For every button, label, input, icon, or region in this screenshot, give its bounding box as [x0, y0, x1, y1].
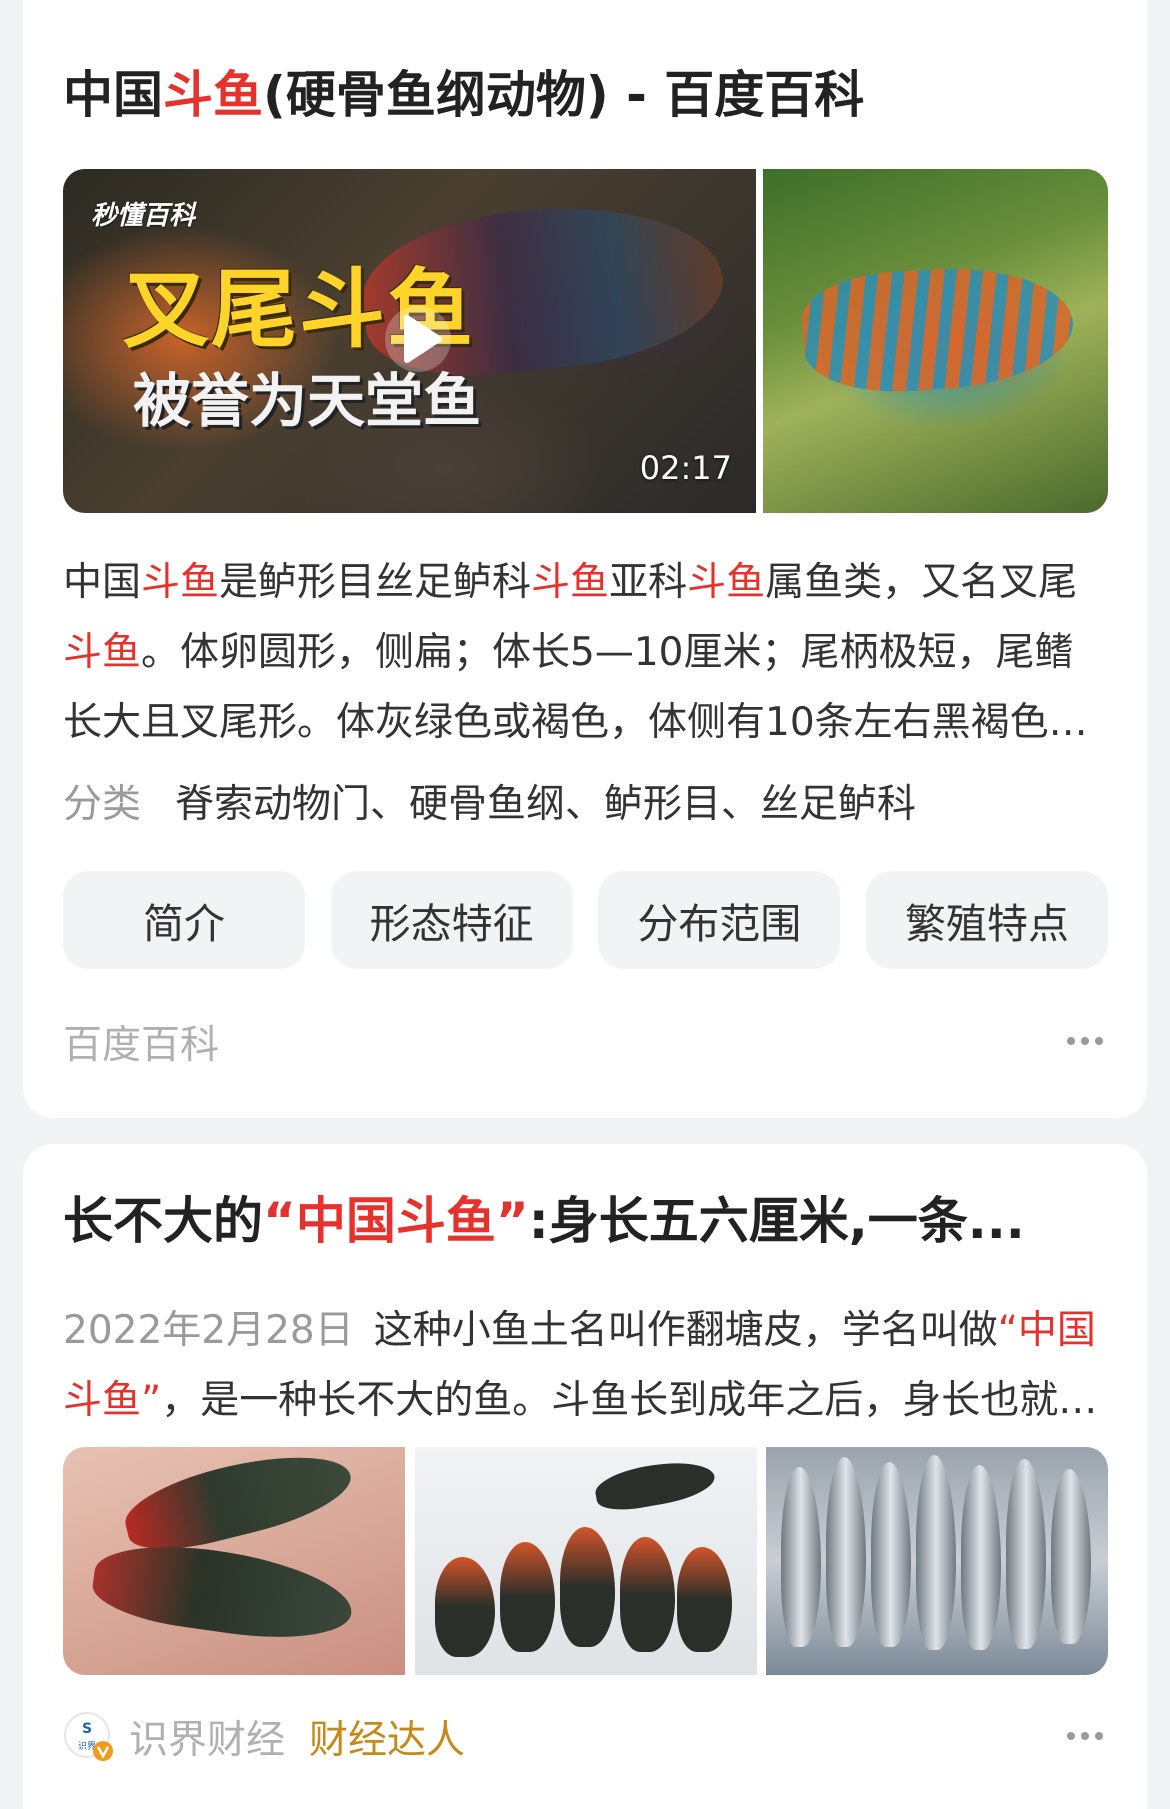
title-prefix: 中国 — [63, 66, 163, 124]
snippet-text: 属鱼类，又名叉尾 — [765, 560, 1078, 605]
source-label[interactable]: 百度百科 — [63, 1014, 219, 1070]
keyword-highlight: 斗鱼 — [687, 560, 766, 605]
snippet-text: ，是一种长不大的鱼。斗鱼长到成年之后，身长也就五六厘米... — [161, 1378, 1098, 1423]
more-options-icon[interactable] — [1067, 1025, 1107, 1055]
title-suffix: (硬骨鱼纲动物) - 百度百科 — [263, 66, 865, 124]
brand-logo: 秒懂百科 — [91, 201, 196, 231]
fish-photo[interactable] — [763, 169, 1108, 513]
svg-text:S: S — [82, 1721, 92, 1737]
snippet-text: 亚科 — [609, 560, 688, 605]
author-name[interactable]: 识界财经 — [129, 1709, 285, 1765]
title-prefix: 长不大的 — [63, 1192, 263, 1250]
chip-intro[interactable]: 简介 — [63, 871, 305, 969]
snippet-text: 是鲈形目丝足鲈科 — [219, 560, 532, 605]
result-card-article[interactable]: 长不大的“中国斗鱼”:身长五六厘米,一条... 2022年2月28日 这种小鱼土名… — [23, 1144, 1147, 1809]
keyword-highlight: 斗鱼 — [531, 560, 610, 605]
classification-label: 分类 — [63, 782, 142, 827]
chip-morphology[interactable]: 形态特征 — [330, 871, 573, 969]
snippet-text: 这种小鱼土名叫作翻塘皮，学名叫做 — [373, 1308, 998, 1353]
title-highlight: 斗鱼 — [163, 66, 263, 124]
chip-breeding[interactable]: 繁殖特点 — [865, 871, 1108, 969]
title-suffix: :身长五六厘米,一条... — [528, 1192, 1025, 1250]
result-description: 中国斗鱼是鲈形目丝足鲈科斗鱼亚科斗鱼属鱼类，又名叉尾斗鱼。体卵圆形，侧扁；体长5… — [63, 548, 1107, 758]
photo-fish-row[interactable] — [414, 1447, 757, 1675]
media-row: 秒懂百科 叉尾斗鱼 被誉为天堂鱼 02:17 — [63, 169, 1108, 513]
video-thumbnail[interactable]: 秒懂百科 叉尾斗鱼 被誉为天堂鱼 02:17 — [63, 169, 756, 513]
section-chips: 简介 形态特征 分布范围 繁殖特点 — [63, 871, 1108, 969]
result-title[interactable]: 中国斗鱼(硬骨鱼纲动物) - 百度百科 — [63, 60, 1107, 130]
image-row — [63, 1447, 1108, 1675]
video-duration: 02:17 — [639, 449, 732, 487]
author-badge: 财经达人 — [309, 1718, 466, 1763]
result-card-baike[interactable]: 中国斗鱼(硬骨鱼纲动物) - 百度百科 秒懂百科 叉尾斗鱼 被誉为天堂鱼 02:… — [23, 0, 1147, 1118]
chip-distribution[interactable]: 分布范围 — [598, 871, 841, 969]
keyword-highlight: 斗鱼 — [63, 630, 142, 675]
title-highlight: “中国斗鱼” — [263, 1192, 529, 1250]
result-footer: 百度百科 — [63, 1014, 1107, 1070]
classification-value: 脊索动物门、硬骨鱼纲、鲈形目、丝足鲈科 — [175, 782, 917, 827]
classification-row: 分类 脊索动物门、硬骨鱼纲、鲈形目、丝足鲈科 — [63, 773, 916, 829]
photo-fish-in-hand[interactable] — [63, 1447, 405, 1675]
result-snippet: 2022年2月28日 这种小鱼土名叫作翻塘皮，学名叫做“中国斗鱼”，是一种长不大的… — [63, 1296, 1107, 1436]
paradise-fish-image — [799, 259, 1077, 399]
snippet-text: 中国 — [63, 560, 142, 605]
result-footer: S 识界 识界财经 财经达人 — [63, 1709, 1107, 1765]
photo-fish-plate[interactable] — [766, 1447, 1108, 1675]
snippet-text: 。体卵圆形，侧扁；体长5—10厘米；尾柄极短，尾鳍长大且叉尾形。体灰绿色或褐色，… — [63, 630, 1088, 745]
result-title[interactable]: 长不大的“中国斗鱼”:身长五六厘米,一条... — [63, 1186, 1107, 1256]
keyword-highlight: 斗鱼 — [141, 560, 220, 605]
publish-date: 2022年2月28日 — [63, 1308, 354, 1353]
play-icon[interactable] — [383, 304, 453, 374]
more-options-icon[interactable] — [1067, 1720, 1107, 1750]
author-avatar[interactable]: S 识界 — [63, 1711, 115, 1763]
